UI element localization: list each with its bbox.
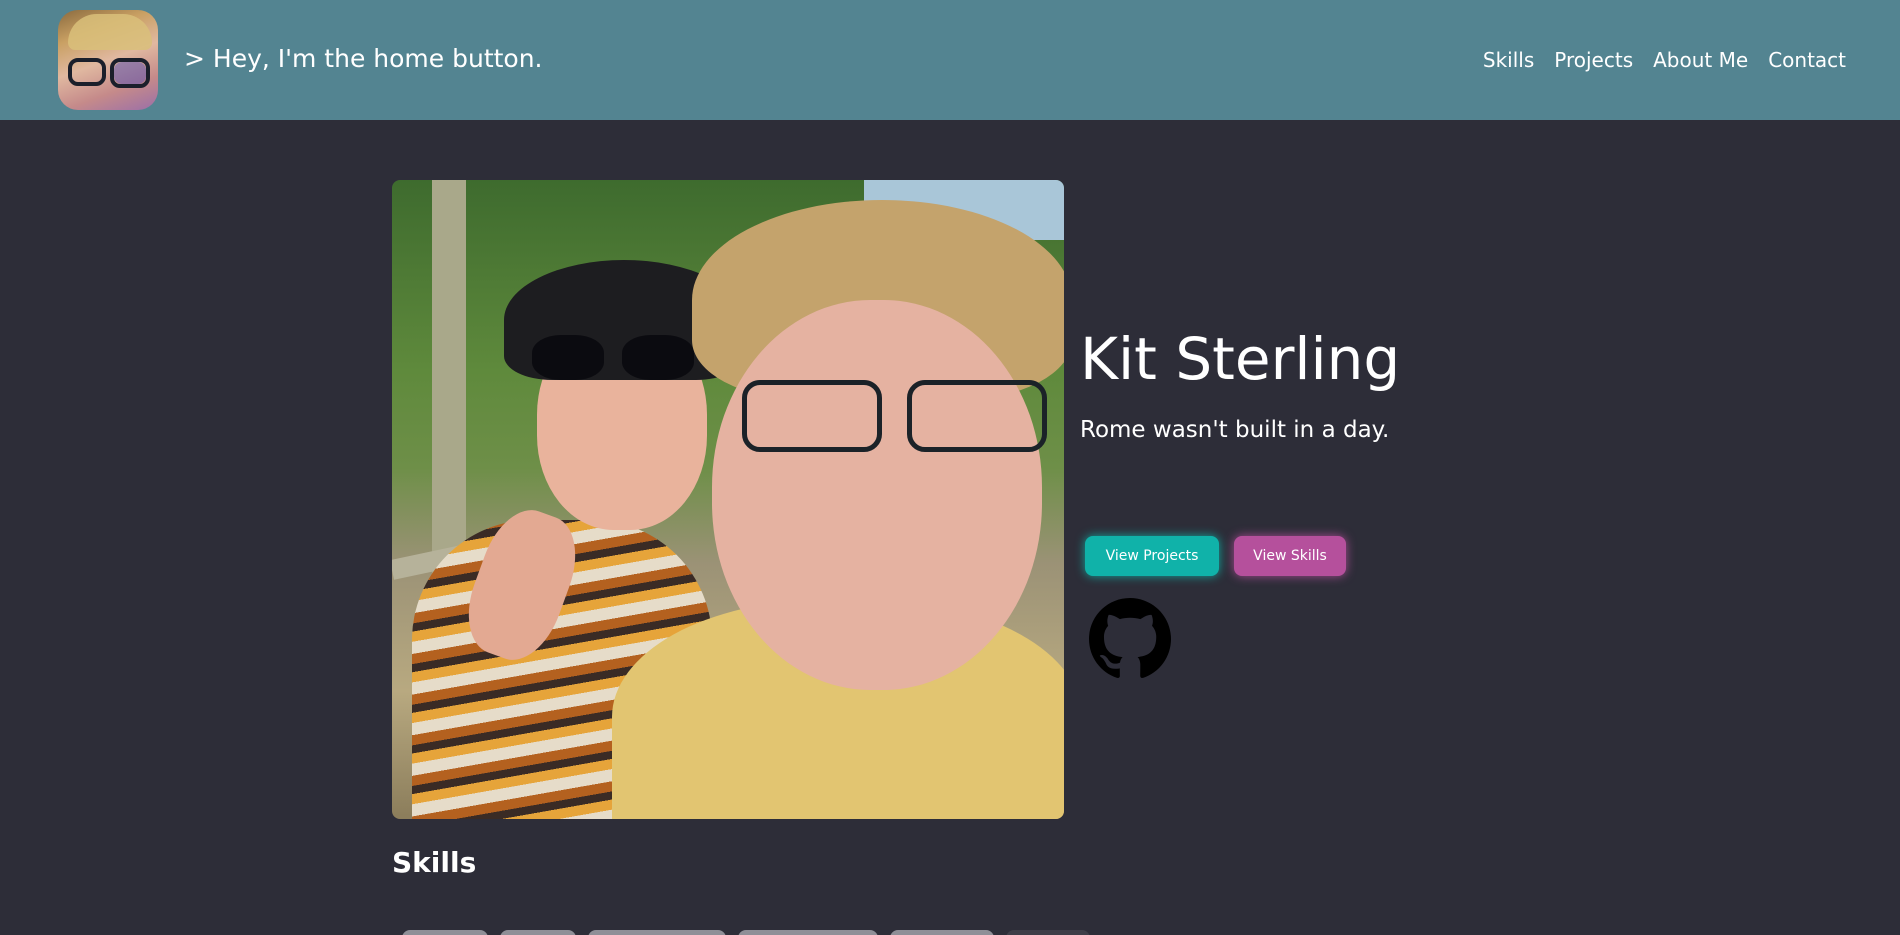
skill-tag[interactable]: [890, 930, 994, 935]
view-projects-button[interactable]: View Projects: [1085, 536, 1219, 576]
profile-avatar[interactable]: [58, 10, 158, 110]
nav-link-contact[interactable]: Contact: [1768, 48, 1846, 72]
github-logo-svg: [1089, 598, 1171, 678]
profile-photo: [392, 180, 1064, 819]
home-button[interactable]: > Hey, I'm the home button.: [184, 44, 543, 73]
github-icon[interactable]: [1089, 598, 1171, 680]
hero-tagline: Rome wasn't built in a day.: [1080, 417, 1390, 443]
navbar: > Hey, I'm the home button. Skills Proje…: [0, 0, 1900, 120]
nav-links: Skills Projects About Me Contact: [1483, 48, 1846, 72]
skill-tag[interactable]: [738, 930, 878, 935]
nav-link-projects[interactable]: Projects: [1554, 48, 1633, 72]
skill-tag[interactable]: [402, 930, 488, 935]
hero-section: Kit Sterling Rome wasn't built in a day.: [1080, 325, 1401, 443]
skill-tag[interactable]: [500, 930, 576, 935]
skill-tag[interactable]: [1006, 930, 1090, 935]
skill-tags-row: [402, 930, 1090, 935]
view-skills-button[interactable]: View Skills: [1234, 536, 1346, 576]
nav-link-skills[interactable]: Skills: [1483, 48, 1534, 72]
skills-heading: Skills: [392, 846, 477, 879]
skill-tag[interactable]: [588, 930, 726, 935]
nav-link-about-me[interactable]: About Me: [1653, 48, 1748, 72]
hero-name: Kit Sterling: [1080, 325, 1401, 393]
